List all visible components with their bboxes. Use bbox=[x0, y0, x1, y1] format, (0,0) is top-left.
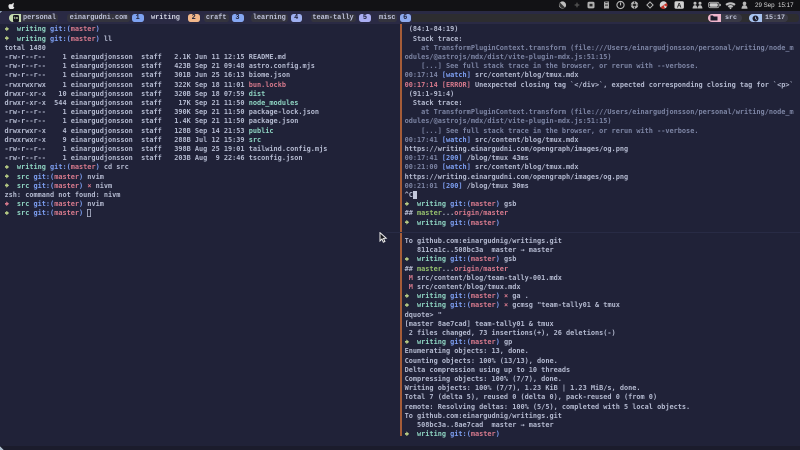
svg-text:A: A bbox=[677, 2, 682, 9]
